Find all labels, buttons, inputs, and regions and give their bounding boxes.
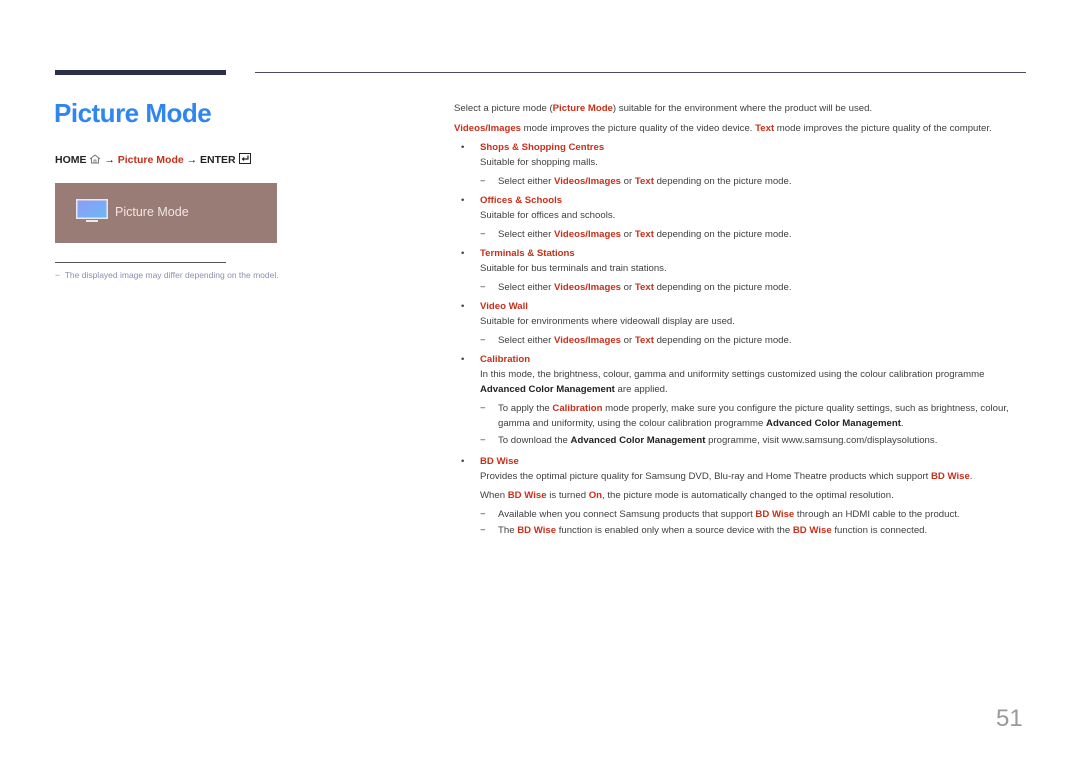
mode-desc: Suitable for offices and schools.	[480, 210, 616, 221]
mode-desc: In this mode, the brightness, colour, ga…	[480, 369, 985, 395]
note-divider	[55, 262, 226, 263]
header-bar-thick	[55, 70, 226, 75]
mode-title: Offices & Schools	[480, 195, 563, 206]
enter-icon	[238, 153, 251, 167]
mode-title: BD Wise	[480, 456, 519, 467]
panel-label: Picture Mode	[115, 205, 189, 219]
mode-note: − The BD Wise function is enabled only wh…	[480, 525, 928, 536]
mode-title: Calibration	[480, 354, 531, 365]
picture-mode-screen-image: Picture Mode	[55, 183, 277, 243]
mode-title: Terminals & Stations	[480, 248, 575, 259]
mode-item-video-wall: • Video Wall Suitable for environments w…	[454, 299, 1029, 348]
monitor-icon	[75, 198, 109, 229]
mode-note: − To apply the Calibration mode properly,…	[480, 403, 1009, 429]
header-bar-thin	[255, 72, 1026, 73]
home-icon	[89, 153, 101, 167]
content-body: Select a picture mode (Picture Mode) sui…	[454, 101, 1029, 538]
page-title: Picture Mode	[54, 98, 212, 128]
mode-desc: Suitable for bus terminals and train sta…	[480, 263, 667, 274]
mode-desc: Suitable for environments where videowal…	[480, 316, 735, 327]
mode-item-terminals: • Terminals & Stations Suitable for bus …	[454, 246, 1029, 295]
mode-item-shops: • Shops & Shopping Centres Suitable for …	[454, 140, 1029, 189]
intro-line: Select a picture mode (Picture Mode) sui…	[454, 103, 873, 114]
mode-note: − Available when you connect Samsung prod…	[480, 509, 960, 520]
mode-note: − Select either Videos/Images or Text dep…	[480, 229, 792, 240]
mode-item-bd-wise: • BD Wise Provides the optimal picture q…	[454, 454, 1029, 538]
mode-note: − Select either Videos/Images or Text dep…	[480, 335, 792, 346]
mode-title: Video Wall	[480, 301, 528, 312]
nav-home: HOME	[55, 153, 87, 166]
menu-path: HOME → Picture Mode → ENTER	[55, 153, 251, 167]
nav-arrow: →	[186, 153, 198, 166]
mode-note: − Select either Videos/Images or Text dep…	[480, 176, 792, 187]
mode-desc: Suitable for shopping malls.	[480, 157, 598, 168]
intro-modes: Videos/Images mode improves the picture …	[454, 123, 992, 134]
mode-note: − To download the Advanced Color Manageme…	[480, 435, 938, 446]
mode-note: − Select either Videos/Images or Text dep…	[480, 282, 792, 293]
mode-desc: Provides the optimal picture quality for…	[480, 471, 973, 482]
mode-item-calibration: • Calibration In this mode, the brightne…	[454, 352, 1029, 448]
nav-enter: ENTER	[200, 153, 236, 166]
image-disclaimer: − The displayed image may differ dependi…	[55, 270, 279, 280]
nav-picture-mode: Picture Mode	[117, 153, 184, 166]
page-number: 51	[996, 705, 1023, 732]
mode-desc: When BD Wise is turned On, the picture m…	[480, 490, 894, 501]
mode-title: Shops & Shopping Centres	[480, 142, 605, 153]
nav-arrow: →	[104, 153, 115, 166]
mode-item-offices: • Offices & Schools Suitable for offices…	[454, 193, 1029, 242]
